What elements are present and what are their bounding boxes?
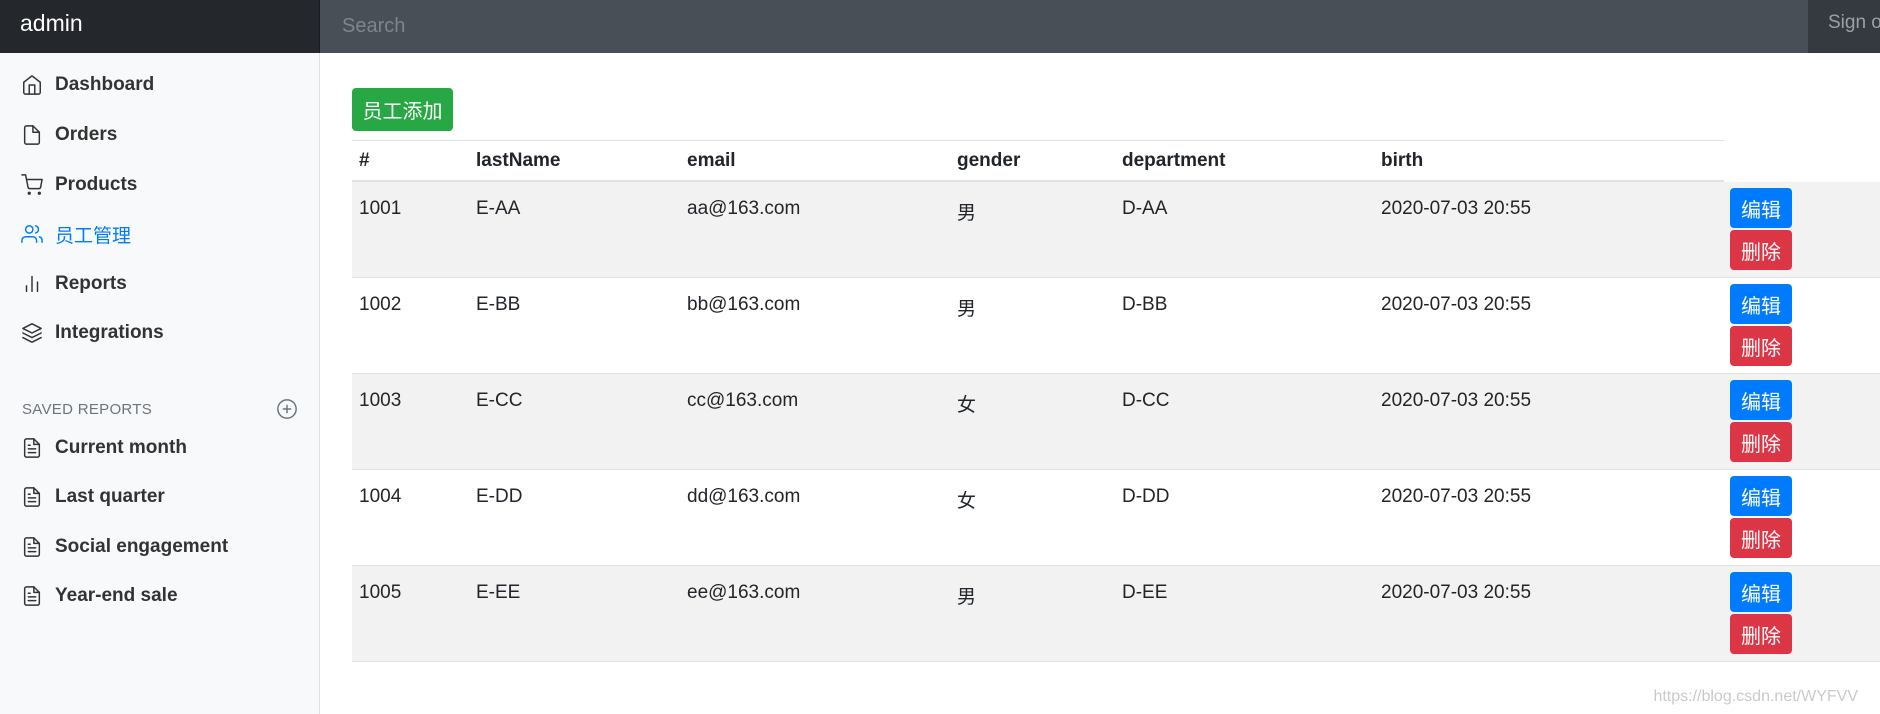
sidebar-item-label: Dashboard — [55, 74, 155, 95]
column-header-lastname[interactable]: lastName — [476, 150, 561, 172]
cell-email: dd@163.com — [687, 486, 801, 507]
cell-department: D-DD — [1122, 486, 1170, 507]
bar-chart-icon — [25, 275, 39, 293]
edit-button[interactable]: 编辑 — [1730, 284, 1792, 324]
table-header: # lastName email gender department birth — [352, 140, 1724, 182]
sidebar-item-label: Last quarter — [55, 486, 165, 507]
file-icon — [23, 125, 41, 145]
edit-button[interactable]: 编辑 — [1730, 572, 1792, 612]
sidebar-item-employee-management[interactable]: 员工管理 — [0, 214, 319, 254]
sidebar-item-integrations[interactable]: Integrations — [0, 313, 319, 353]
brand-link[interactable]: admin — [0, 0, 320, 53]
cell-gender: 男 — [957, 299, 977, 320]
cell-department: D-AA — [1122, 198, 1168, 219]
cell-lastname: E-DD — [476, 486, 523, 507]
column-header-birth[interactable]: birth — [1381, 150, 1423, 172]
cell-gender: 女 — [957, 395, 977, 416]
column-header-department[interactable]: department — [1122, 150, 1225, 172]
column-header-gender[interactable]: gender — [957, 150, 1020, 172]
sidebar-item-last-quarter[interactable]: Last quarter — [0, 477, 319, 517]
sign-out-link[interactable]: Sign out — [1808, 0, 1880, 53]
saved-reports-heading: SAVED REPORTS — [22, 397, 298, 421]
top-navbar: admin Sign out — [0, 0, 1880, 53]
cell-gender: 女 — [957, 491, 977, 512]
sidebar: Dashboard Orders Products 员工管理 Reports I… — [0, 53, 320, 714]
table-row: 1003 E-CC cc@163.com 女 D-CC 2020-07-03 2… — [352, 374, 1880, 470]
delete-button[interactable]: 删除 — [1730, 422, 1792, 462]
cell-birth: 2020-07-03 20:55 — [1381, 198, 1532, 219]
sidebar-item-reports[interactable]: Reports — [0, 264, 319, 304]
edit-button[interactable]: 编辑 — [1730, 188, 1792, 228]
edit-button[interactable]: 编辑 — [1730, 380, 1792, 420]
sidebar-item-label: Orders — [55, 124, 118, 145]
sidebar-item-social-engagement[interactable]: Social engagement — [0, 527, 319, 567]
cell-id: 1005 — [359, 582, 402, 603]
cell-lastname: E-AA — [476, 198, 521, 219]
cell-email: cc@163.com — [687, 390, 799, 411]
cell-birth: 2020-07-03 20:55 — [1381, 582, 1532, 603]
sidebar-item-label: Current month — [55, 437, 187, 458]
main-content: 员工添加 # lastName email gender department … — [320, 53, 1880, 714]
sidebar-item-orders[interactable]: Orders — [0, 115, 319, 155]
table-row: 1004 E-DD dd@163.com 女 D-DD 2020-07-03 2… — [352, 470, 1880, 566]
table-row: 1001 E-AA aa@163.com 男 D-AA 2020-07-03 2… — [352, 182, 1880, 278]
users-icon — [21, 225, 43, 243]
sidebar-item-label: Social engagement — [55, 536, 229, 557]
employee-table: # lastName email gender department birth… — [352, 140, 1880, 662]
cell-birth: 2020-07-03 20:55 — [1381, 294, 1532, 315]
sidebar-item-dashboard[interactable]: Dashboard — [0, 65, 319, 105]
sidebar-item-label: Year-end sale — [55, 585, 178, 606]
file-text-icon — [23, 487, 41, 507]
file-text-icon — [23, 537, 41, 557]
cell-department: D-CC — [1122, 390, 1170, 411]
search-input[interactable] — [320, 0, 1808, 53]
table-row: 1002 E-BB bb@163.com 男 D-BB 2020-07-03 2… — [352, 278, 1880, 374]
watermark: https://blog.csdn.net/WYFVV — [1653, 688, 1858, 705]
cell-department: D-BB — [1122, 294, 1168, 315]
edit-button[interactable]: 编辑 — [1730, 476, 1792, 516]
file-text-icon — [23, 586, 41, 606]
home-icon — [23, 75, 41, 95]
saved-reports-title: SAVED REPORTS — [22, 400, 153, 418]
cell-department: D-EE — [1122, 582, 1168, 603]
cell-birth: 2020-07-03 20:55 — [1381, 390, 1532, 411]
cell-gender: 男 — [957, 587, 977, 608]
sidebar-item-products[interactable]: Products — [0, 165, 319, 205]
cell-lastname: E-CC — [476, 390, 523, 411]
cell-gender: 男 — [957, 203, 977, 224]
sidebar-item-year-end-sale[interactable]: Year-end sale — [0, 576, 319, 616]
cell-id: 1002 — [359, 294, 402, 315]
cell-email: aa@163.com — [687, 198, 801, 219]
cell-id: 1001 — [359, 198, 402, 219]
sidebar-item-label: Reports — [55, 273, 127, 294]
sidebar-item-label: Products — [55, 174, 138, 195]
cell-birth: 2020-07-03 20:55 — [1381, 486, 1532, 507]
sidebar-item-label: 员工管理 — [55, 225, 132, 247]
cell-id: 1003 — [359, 390, 402, 411]
column-header-id[interactable]: # — [359, 150, 370, 172]
cell-id: 1004 — [359, 486, 402, 507]
file-text-icon — [23, 438, 41, 458]
add-employee-button[interactable]: 员工添加 — [352, 88, 453, 131]
sidebar-item-label: Integrations — [55, 322, 164, 343]
sidebar-item-current-month[interactable]: Current month — [0, 428, 319, 468]
table-row: 1005 E-EE ee@163.com 男 D-EE 2020-07-03 2… — [352, 566, 1880, 662]
column-header-email[interactable]: email — [687, 150, 736, 172]
delete-button[interactable]: 删除 — [1730, 230, 1792, 270]
cell-lastname: E-BB — [476, 294, 521, 315]
plus-circle-icon[interactable] — [276, 398, 298, 420]
cell-lastname: E-EE — [476, 582, 521, 603]
layers-icon — [22, 323, 42, 343]
delete-button[interactable]: 删除 — [1730, 326, 1792, 366]
cell-email: bb@163.com — [687, 294, 801, 315]
delete-button[interactable]: 删除 — [1730, 614, 1792, 654]
shopping-cart-icon — [21, 174, 43, 195]
delete-button[interactable]: 删除 — [1730, 518, 1792, 558]
cell-email: ee@163.com — [687, 582, 801, 603]
